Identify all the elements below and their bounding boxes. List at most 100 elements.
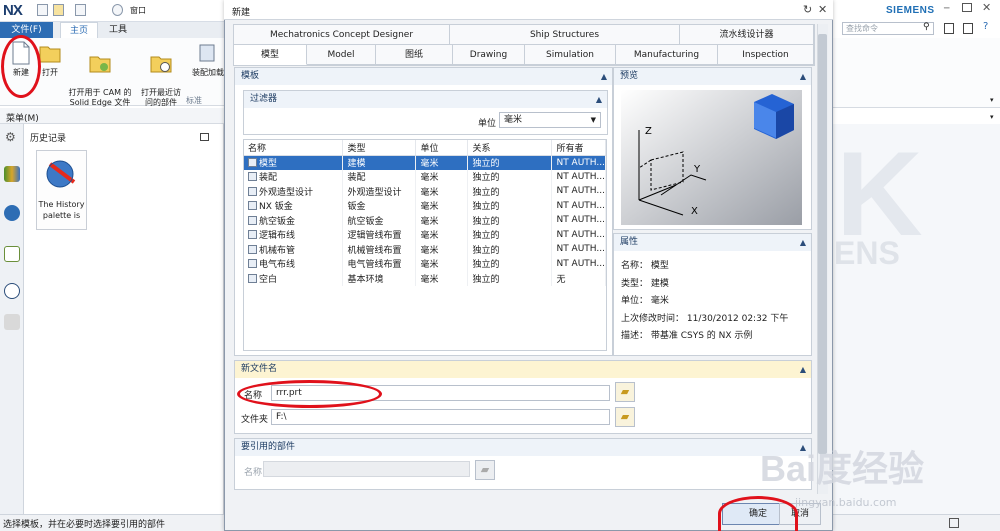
open-folder-icon[interactable] [53, 4, 64, 16]
open-button[interactable]: 打开 [38, 41, 62, 78]
help-icon[interactable]: ? [983, 21, 988, 32]
table-cell: 独立的 [467, 256, 553, 271]
window-menu[interactable]: 窗口 [130, 5, 146, 16]
save-icon[interactable] [75, 4, 86, 16]
minimize-icon[interactable]: ─ [944, 4, 949, 14]
undo-icon[interactable] [112, 4, 123, 16]
history-clock-icon[interactable] [4, 283, 20, 299]
fullscreen-icon[interactable] [949, 518, 959, 528]
template-icon [248, 273, 257, 283]
new-file-icon[interactable] [37, 4, 48, 16]
reset-icon[interactable]: ↻ [803, 3, 812, 16]
tab-model-cn[interactable]: 模型 [234, 45, 307, 65]
reference-browse-icon[interactable]: ▰ [475, 460, 495, 480]
notes-icon[interactable] [944, 23, 954, 34]
filename-input[interactable]: rrr.prt [271, 385, 610, 401]
table-row[interactable]: 模型 建模 毫米 独立的 NT AUTH... [244, 155, 606, 170]
assembly-load-button[interactable]: 装配加载 [190, 41, 226, 78]
tab-mechatronics[interactable]: Mechatronics Concept Designer [234, 25, 450, 45]
globe-icon [46, 160, 76, 188]
col-owner[interactable]: 所有者 [551, 140, 606, 156]
prop-description: 描述： 带基准 CSYS 的 NX 示例 [621, 331, 753, 341]
template-icon [248, 186, 257, 196]
reference-name-input[interactable] [263, 461, 470, 477]
table-row[interactable]: 逻辑布线 逻辑管线布置 毫米 独立的 NT AUTH... [244, 227, 606, 242]
tab-model[interactable]: Model [307, 45, 376, 65]
tab-home[interactable]: 主页 [60, 22, 98, 38]
properties-collapse-icon[interactable]: ▲ [800, 234, 806, 251]
search-icon[interactable]: ⚲ [923, 22, 930, 32]
table-row[interactable]: 电气布线 电气管线布置 毫米 独立的 NT AUTH... [244, 256, 606, 271]
table-row[interactable]: 外观造型设计 外观造型设计 毫米 独立的 NT AUTH... [244, 184, 606, 199]
open-recent-button[interactable]: 打开最近访 问的部件 [136, 41, 186, 108]
col-type[interactable]: 类型 [342, 140, 417, 156]
reference-part-header[interactable]: 要引用的部件 ▲ [235, 439, 811, 456]
templates-header[interactable]: 模板 ▲ [235, 68, 612, 85]
table-cell: 外观造型设计 [342, 184, 417, 199]
folder-input[interactable]: F:\ [271, 409, 610, 425]
toolbar-dropdown-icon[interactable]: ▾ [990, 113, 994, 121]
template-icon [248, 230, 257, 240]
tab-simulation[interactable]: Simulation [525, 45, 616, 65]
open-solid-edge-button[interactable]: 打开用于 CAM 的 Solid Edge 文件 [66, 41, 134, 108]
tab-file[interactable]: 文件(F) [0, 22, 53, 38]
ribbon-dropdown-icon[interactable]: ▾ [990, 96, 994, 104]
browse-folder-icon[interactable]: ▰ [615, 407, 635, 427]
table-cell: 毫米 [415, 242, 469, 257]
new-document-icon [12, 41, 30, 65]
preview-header[interactable]: 预览 ▲ [614, 68, 811, 85]
preview-collapse-icon[interactable]: ▲ [800, 68, 806, 85]
close-icon[interactable]: ✕ [982, 1, 991, 14]
new-button[interactable]: 新建 [4, 41, 38, 78]
table-cell: 外观造型设计 [244, 184, 344, 199]
solid-edge-icon [89, 56, 111, 73]
filename-label: 名称 [244, 391, 263, 401]
scrollbar-thumb[interactable] [818, 34, 827, 454]
table-cell: 装配 [342, 169, 417, 184]
new-filename-header[interactable]: 新文件名 ▲ [235, 361, 811, 378]
table-row[interactable]: 机械布管 机械管线布置 毫米 独立的 NT AUTH... [244, 242, 606, 257]
table-cell: 独立的 [467, 169, 553, 184]
panel-icon[interactable] [963, 23, 973, 34]
command-search-input[interactable]: 查找命令 [842, 22, 934, 35]
col-relation[interactable]: 关系 [467, 140, 553, 156]
tab-tools[interactable]: 工具 [102, 22, 134, 38]
collapse-caret-icon[interactable]: ▲ [601, 68, 607, 85]
gear-icon[interactable]: ⚙ [5, 130, 16, 144]
unit-select[interactable]: 毫米 ▼ [499, 112, 601, 128]
filter-header[interactable]: 过滤器 ▲ [244, 91, 607, 108]
prop-modified: 上次修改时间： 11/30/2012 02:32 下午 [621, 313, 789, 324]
table-row[interactable]: NX 钣金 钣金 毫米 独立的 NT AUTH... [244, 198, 606, 213]
tab-drawing-cn[interactable]: 图纸 [376, 45, 453, 65]
library-icon[interactable] [4, 166, 20, 182]
tab-inspection[interactable]: Inspection [718, 45, 814, 65]
nx-logo: NX [3, 2, 23, 19]
filter-collapse-icon[interactable]: ▲ [596, 91, 602, 108]
table-row[interactable]: 空白 基本环境 毫米 独立的无 [244, 271, 606, 286]
maximize-panel-icon[interactable] [200, 133, 209, 141]
col-unit[interactable]: 单位 [415, 140, 469, 156]
table-cell: NT AUTH... [551, 169, 606, 184]
tab-line-designer[interactable]: 流水线设计器 [680, 25, 814, 45]
table-cell: 无 [551, 271, 606, 286]
roles-icon[interactable] [4, 314, 20, 330]
restore-icon[interactable] [962, 3, 972, 12]
table-row[interactable]: 装配 装配 毫米 独立的 NT AUTH... [244, 169, 606, 184]
menu-button[interactable]: 菜单(M) [6, 111, 39, 124]
tab-ship-structures[interactable]: Ship Structures [450, 25, 680, 45]
col-name[interactable]: 名称 [244, 140, 344, 156]
tab-manufacturing[interactable]: Manufacturing [616, 45, 718, 65]
web-icon[interactable] [4, 205, 20, 221]
properties-header[interactable]: 属性 ▲ [614, 234, 811, 251]
dialog-title-bar [224, 0, 833, 20]
browse-folder-icon[interactable]: ▰ [615, 382, 635, 402]
table-cell: 毫米 [415, 198, 469, 213]
part-navigator-icon[interactable] [4, 246, 20, 262]
dialog-close-icon[interactable]: ✕ [818, 3, 827, 16]
table-cell: NT AUTH... [551, 184, 606, 199]
tab-drawing[interactable]: Drawing [453, 45, 525, 65]
history-title: 历史记录 [30, 134, 67, 144]
prop-type: 类型： 建模 [621, 278, 669, 289]
table-row[interactable]: 航空钣金 航空钣金 毫米 独立的 NT AUTH... [244, 213, 606, 228]
new-filename-collapse-icon[interactable]: ▲ [800, 361, 806, 378]
